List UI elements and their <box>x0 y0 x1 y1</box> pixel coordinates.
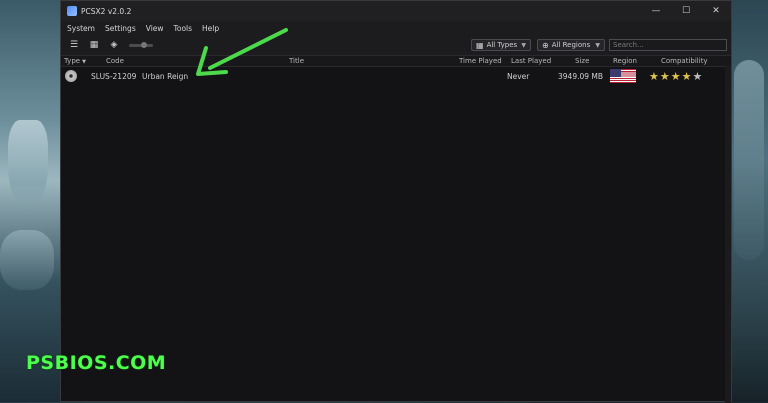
column-header-region[interactable]: Region <box>613 57 637 65</box>
tag-icon[interactable]: ◈ <box>107 38 121 52</box>
game-list-header: Type ▼ Code Title Time Played Last Played… <box>61 56 731 67</box>
ice-decoration <box>8 120 48 210</box>
annotation-arrow <box>196 28 288 76</box>
maximize-button[interactable]: ☐ <box>671 1 701 21</box>
grid-view-icon[interactable]: ▦ <box>87 38 101 52</box>
us-flag-icon <box>610 69 636 83</box>
ice-decoration <box>0 230 54 290</box>
column-header-size[interactable]: Size <box>575 57 589 65</box>
toolbar: ☰ ▦ ◈ ▦ All Types ▼ ⊕ All Regions ▼ <box>61 35 731 56</box>
star-icon: ★ <box>670 70 682 83</box>
menu-settings[interactable]: Settings <box>105 24 136 33</box>
vertical-scrollbar[interactable] <box>725 65 731 403</box>
pcsx2-app-icon <box>67 6 77 16</box>
list-view-icon[interactable]: ☰ <box>67 38 81 52</box>
column-header-compatibility[interactable]: Compatibility <box>661 57 708 65</box>
last-played: Never <box>507 72 530 81</box>
desktop-background-right <box>728 0 768 402</box>
globe-icon: ⊕ <box>542 40 549 50</box>
disc-icon <box>65 70 77 82</box>
game-code: SLUS-21209 <box>91 72 137 81</box>
column-header-last-played[interactable]: Last Played <box>511 57 551 65</box>
table-row[interactable]: SLUS-21209 Urban Reign Never 3949.09 MB … <box>61 67 731 85</box>
game-size: 3949.09 MB <box>558 72 604 81</box>
star-icon: ★ <box>649 70 660 83</box>
window-title: PCSX2 v2.0.2 <box>81 6 132 16</box>
star-icon: ★ <box>681 70 693 83</box>
desktop-background-left <box>0 0 62 402</box>
game-title: Urban Reign <box>142 72 189 81</box>
types-filter-value: All Types <box>486 41 518 49</box>
menu-bar: System Settings View Tools Help <box>61 21 731 35</box>
pcsx2-window: PCSX2 v2.0.2 — ☐ ✕ System Settings View … <box>60 0 732 403</box>
minimize-button[interactable]: — <box>641 1 671 21</box>
chevron-down-icon: ▼ <box>521 41 526 49</box>
filter-icon: ▦ <box>476 40 484 50</box>
search-input[interactable] <box>609 39 727 51</box>
chevron-down-icon: ▼ <box>595 41 600 49</box>
menu-view[interactable]: View <box>146 24 164 33</box>
types-filter-dropdown[interactable]: ▦ All Types ▼ <box>471 39 531 51</box>
column-header-type[interactable]: Type ▼ <box>64 57 86 65</box>
star-icon: ★ <box>659 70 671 83</box>
regions-filter-dropdown[interactable]: ⊕ All Regions ▼ <box>537 39 605 51</box>
zoom-slider[interactable] <box>129 41 153 48</box>
title-bar[interactable]: PCSX2 v2.0.2 — ☐ ✕ <box>61 1 731 21</box>
sort-arrow-icon: ▼ <box>82 59 86 65</box>
close-button[interactable]: ✕ <box>701 1 731 21</box>
column-header-time-played[interactable]: Time Played <box>459 57 502 65</box>
compatibility-stars: ★★★★★ <box>649 70 703 83</box>
star-icon: ★ <box>692 70 704 83</box>
ice-decoration <box>734 60 764 260</box>
menu-system[interactable]: System <box>67 24 95 33</box>
column-header-code[interactable]: Code <box>106 57 124 65</box>
regions-filter-value: All Regions <box>551 41 591 49</box>
watermark-text: PSBIOS.COM <box>26 352 167 374</box>
